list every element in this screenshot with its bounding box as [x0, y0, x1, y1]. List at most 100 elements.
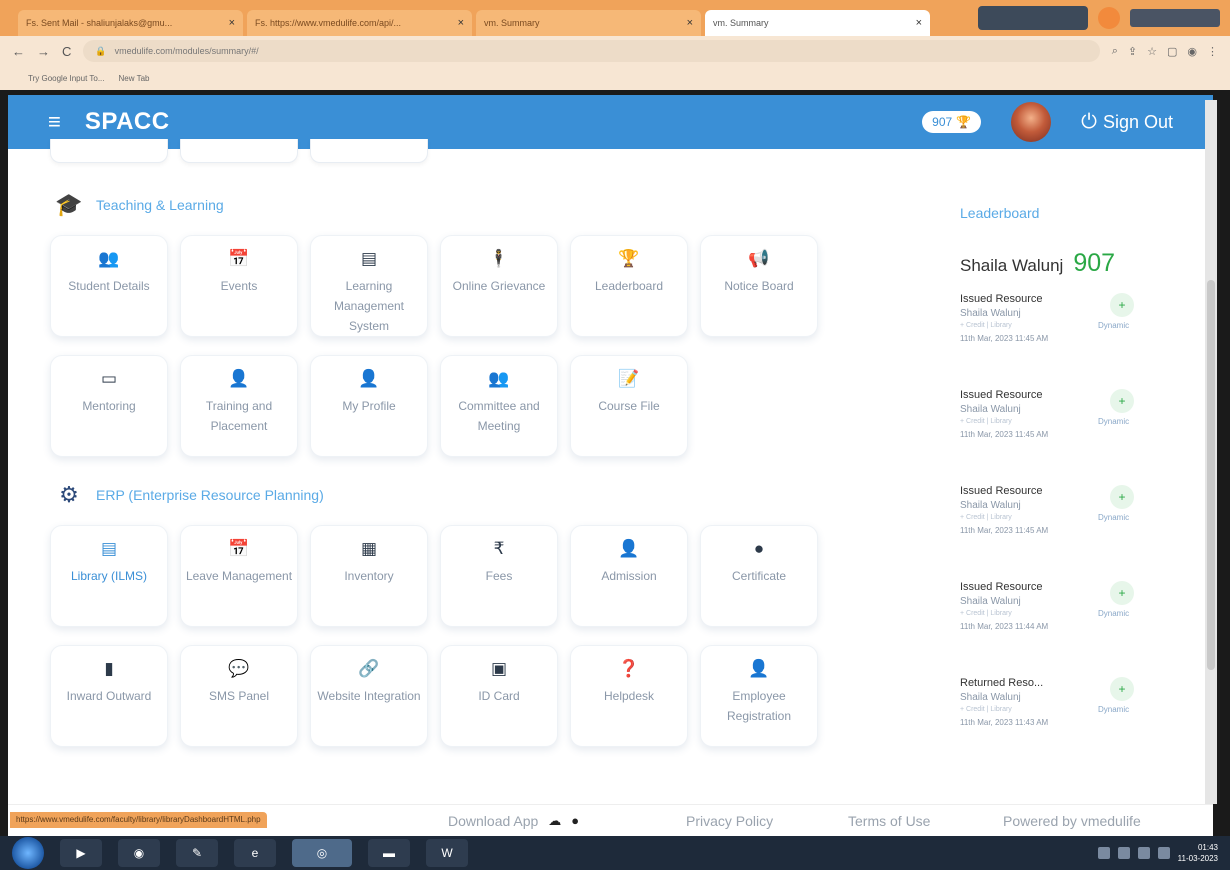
card-training-placement[interactable]: 👤 Training and Placement: [180, 355, 298, 457]
window-buttons[interactable]: [1130, 9, 1220, 27]
close-icon[interactable]: ×: [229, 17, 235, 29]
system-clock[interactable]: 01:43 11-03-2023: [1178, 842, 1218, 864]
chalkboard-icon: ▭: [100, 369, 118, 388]
start-button[interactable]: [12, 837, 44, 869]
leaderboard-panel: Leaderboard Shaila Walunj 907 Issued Res…: [900, 149, 1213, 804]
taskbar-app-media[interactable]: ▶: [60, 839, 102, 867]
back-icon[interactable]: ←: [12, 44, 25, 59]
card-events[interactable]: 📅 Events: [180, 235, 298, 337]
card-label: Leaderboard: [594, 279, 664, 293]
tab-label: Fs. Sent Mail - shaliunjalaks@gmu...: [26, 18, 173, 28]
card-student-details[interactable]: 👥 Student Details: [50, 235, 168, 337]
close-icon[interactable]: ×: [687, 17, 693, 29]
card-my-profile[interactable]: 👤 My Profile: [310, 355, 428, 457]
bookmark-item[interactable]: New Tab: [118, 74, 149, 83]
leaderboard-score: 907: [1073, 249, 1116, 277]
card-label: Committee and Meeting: [458, 399, 540, 433]
taskbar-app-tools[interactable]: ✎: [176, 839, 218, 867]
star-icon[interactable]: ☆: [1147, 45, 1157, 58]
taskbar-app-word[interactable]: W: [426, 839, 468, 867]
powered-by-link[interactable]: Powered by vmedulife: [1003, 813, 1141, 829]
taskbar-app-firefox[interactable]: ◉: [118, 839, 160, 867]
plus-icon: +: [1110, 389, 1134, 413]
card-label: Library (ILMS): [70, 569, 147, 583]
network-icon[interactable]: [1097, 847, 1110, 859]
card-online-grievance[interactable]: 🕴 Online Grievance: [440, 235, 558, 337]
profile-icon[interactable]: [1098, 7, 1120, 29]
url-input[interactable]: 🔒 vmedulife.com/modules/summary/#/: [83, 40, 1100, 62]
forward-icon[interactable]: →: [37, 44, 50, 59]
volume-icon[interactable]: [1157, 847, 1170, 859]
activity-tag: Dynamic: [1098, 513, 1130, 522]
activity-title: Issued Resource: [960, 581, 1043, 593]
activity-time: 11th Mar, 2023 11:45 AM: [960, 430, 1049, 439]
card-label: Employee Registration: [726, 689, 792, 723]
sync-icon[interactable]: [1137, 847, 1150, 859]
card-id-card[interactable]: ▣ ID Card: [440, 645, 558, 747]
browser-tab-2[interactable]: Fs. https://www.vmedulife.com/api/... ×: [247, 10, 472, 36]
card-employee-registration[interactable]: 👤 Employee Registration: [700, 645, 818, 747]
card-course-file[interactable]: 📝 Course File: [570, 355, 688, 457]
activity-title: Issued Resource: [960, 485, 1043, 497]
window-thumbnail[interactable]: [978, 6, 1088, 30]
card-leaderboard[interactable]: 🏆 Leaderboard: [570, 235, 688, 337]
partial-card[interactable]: [180, 139, 298, 163]
group-icon: 👥: [488, 369, 510, 388]
partial-card[interactable]: [50, 139, 168, 163]
bookmark-item[interactable]: Try Google Input To...: [28, 74, 104, 83]
browser-tab-4[interactable]: vm. Summary ×: [705, 10, 930, 36]
search-icon[interactable]: ⌕: [1112, 45, 1118, 58]
android-icon[interactable]: ☁: [548, 813, 561, 829]
points-badge[interactable]: 907 🏆: [922, 111, 982, 133]
close-icon[interactable]: ×: [458, 17, 464, 29]
extension-icon[interactable]: ▢: [1167, 45, 1177, 58]
activity-time: 11th Mar, 2023 11:43 AM: [960, 718, 1049, 727]
card-inward-outward[interactable]: ▮ Inward Outward: [50, 645, 168, 747]
section-erp: ⚙ ERP (Enterprise Resource Planning): [52, 481, 324, 509]
card-label: Learning Management System: [333, 279, 405, 333]
taskbar-app-ie[interactable]: e: [234, 839, 276, 867]
apple-icon[interactable]: ●: [571, 813, 579, 828]
trophy-icon: 🏆: [618, 249, 640, 268]
card-inventory[interactable]: ▦ Inventory: [310, 525, 428, 627]
close-icon[interactable]: ×: [916, 17, 922, 29]
card-certificate[interactable]: ● Certificate: [700, 525, 818, 627]
browser-tab-3[interactable]: vm. Summary ×: [476, 10, 701, 36]
card-mentoring[interactable]: ▭ Mentoring: [50, 355, 168, 457]
card-lms[interactable]: ▤ Learning Management System: [310, 235, 428, 337]
browser-tab-1[interactable]: Fs. Sent Mail - shaliunjalaks@gmu... ×: [18, 10, 243, 36]
sign-out-button[interactable]: ⏻ Sign Out: [1081, 111, 1173, 134]
person-stand-icon: 🕴: [488, 249, 510, 268]
card-admission[interactable]: 👤 Admission: [570, 525, 688, 627]
card-fees[interactable]: ₹ Fees: [440, 525, 558, 627]
card-label: Events: [220, 279, 258, 293]
card-website-integration[interactable]: 🔗 Website Integration: [310, 645, 428, 747]
taskbar-app-folder[interactable]: ▬: [368, 839, 410, 867]
taskbar-app-chrome[interactable]: ◎: [292, 839, 352, 867]
card-committee-meeting[interactable]: 👥 Committee and Meeting: [440, 355, 558, 457]
card-library[interactable]: ▤ Library (ILMS): [50, 525, 168, 627]
leaderboard-user: Shaila Walunj 907: [960, 249, 1115, 278]
card-helpdesk[interactable]: ❓ Helpdesk: [570, 645, 688, 747]
partial-card[interactable]: [310, 139, 428, 163]
scrollbar-thumb[interactable]: [1207, 280, 1215, 670]
card-label: Website Integration: [317, 689, 421, 703]
menu-icon[interactable]: ⋮: [1207, 45, 1218, 58]
card-notice-board[interactable]: 📢 Notice Board: [700, 235, 818, 337]
account-icon[interactable]: ◉: [1187, 45, 1197, 58]
antivirus-icon[interactable]: [1117, 847, 1130, 859]
download-app[interactable]: Download App ☁ ●: [448, 813, 579, 829]
tab-label: vm. Summary: [484, 18, 540, 28]
privacy-policy-link[interactable]: Privacy Policy: [686, 813, 773, 829]
terms-of-use-link[interactable]: Terms of Use: [848, 813, 930, 829]
card-leave-management[interactable]: 📅 Leave Management: [180, 525, 298, 627]
hamburger-menu-icon[interactable]: ≡: [48, 109, 61, 135]
activity-tag: Dynamic: [1098, 609, 1130, 618]
avatar[interactable]: [1011, 102, 1052, 142]
activity-user: Shaila Walunj: [960, 404, 1021, 415]
plus-icon: +: [1110, 581, 1134, 605]
share-icon[interactable]: ⇪: [1128, 45, 1137, 58]
reload-icon[interactable]: C: [62, 44, 71, 59]
card-sms-panel[interactable]: 💬 SMS Panel: [180, 645, 298, 747]
card-label: Helpdesk: [603, 689, 655, 703]
